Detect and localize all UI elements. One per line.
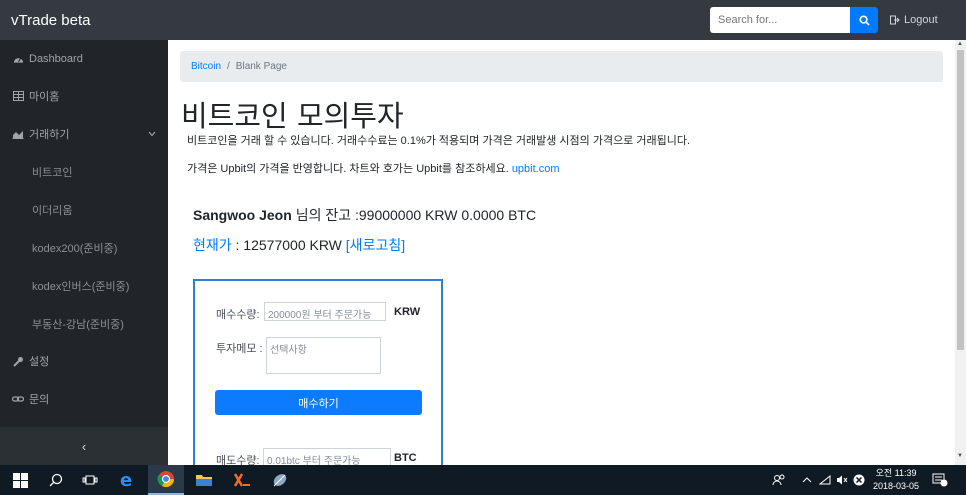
sidebar-subitem-ethereum[interactable]: 이더리움 (0, 191, 168, 229)
sell-unit-label: BTC (394, 452, 417, 464)
breadcrumb-link-bitcoin[interactable]: Bitcoin (191, 61, 221, 72)
people-icon[interactable] (772, 465, 786, 495)
memo-label: 투자메모 : (216, 343, 263, 355)
balance-line: Sangwoo Jeon 님의 잔고 :99000000 KRW 0.0000 … (193, 205, 536, 225)
search-input[interactable] (710, 7, 850, 33)
logout-link[interactable]: Logout (890, 14, 938, 26)
current-price-label: 현재가 (193, 237, 232, 253)
current-price-line: 현재가 : 12577000 KRW [새로고침] (193, 235, 405, 255)
notification-icon[interactable] (932, 465, 948, 495)
table-icon (11, 90, 25, 102)
network-icon[interactable] (819, 465, 831, 495)
scroll-down-icon[interactable]: ▼ (957, 453, 963, 459)
description-fee: 비트코인을 거래 할 수 있습니다. 거래수수료는 0.1%가 적용되며 가격은… (187, 135, 691, 147)
chrome-browser-icon[interactable] (148, 465, 184, 495)
sign-out-icon (890, 15, 900, 25)
sidebar-item-label: 거래하기 (29, 129, 70, 141)
windows-taskbar: e 오전 11:39 2018-03-05 (0, 465, 966, 495)
clock-date: 2018-03-05 (873, 481, 920, 491)
xampp-icon[interactable] (224, 465, 260, 495)
description-price-text: 가격은 Upbit의 가격을 반영합니다. 차트와 호가는 Upbit를 참조하… (187, 163, 509, 175)
search-icon[interactable] (38, 465, 74, 495)
sidebar-subitem-bitcoin[interactable]: 비트코인 (0, 153, 168, 191)
link-icon (11, 393, 25, 405)
app-feather-icon[interactable] (262, 465, 298, 495)
chevron-down-icon (148, 128, 156, 140)
refresh-link[interactable]: [새로고침] (346, 237, 405, 253)
area-chart-icon (11, 128, 25, 140)
buy-quantity-input[interactable]: 200000원 부터 주문가능 (264, 302, 386, 321)
edge-browser-icon[interactable]: e (110, 465, 146, 495)
breadcrumb-active: Blank Page (235, 61, 287, 72)
sidebar-item-contact[interactable]: 문의 (0, 380, 168, 418)
sidebar: Dashboard 마이홈 거래하기 비트코인 이더리움 kodex200(준비… (0, 40, 168, 465)
sidebar-subitem-kodex200[interactable]: kodex200(준비중) (0, 229, 168, 267)
windows-start-icon[interactable] (2, 465, 38, 495)
sidebar-item-trade[interactable]: 거래하기 (0, 115, 168, 153)
logout-label: Logout (904, 14, 938, 26)
search-button[interactable] (850, 7, 878, 33)
current-price-value: : 12577000 KRW (231, 237, 346, 253)
sidebar-item-label: 문의 (29, 394, 50, 406)
sidebar-item-label: 마이홈 (29, 91, 60, 103)
buy-button[interactable]: 매수하기 (215, 390, 422, 415)
sidebar-subitem-realestate[interactable]: 부동산-강남(준비중) (0, 305, 168, 343)
buy-unit-label: KRW (394, 306, 421, 318)
volume-icon[interactable] (836, 465, 848, 495)
file-explorer-icon[interactable] (186, 465, 222, 495)
brand-title[interactable]: vTrade beta (11, 12, 91, 29)
memo-textarea[interactable]: 선택사항 (266, 337, 381, 374)
description-price-source: 가격은 Upbit의 가격을 반영합니다. 차트와 호가는 Upbit를 참조하… (187, 160, 560, 176)
breadcrumb: Bitcoin / Blank Page (180, 51, 943, 82)
clock-time: 오전 11:39 (875, 468, 917, 478)
upbit-link[interactable]: upbit.com (512, 163, 560, 175)
chevron-up-icon[interactable] (802, 465, 812, 495)
sidebar-item-label: Dashboard (29, 53, 83, 65)
balance-text: 님의 잔고 :99000000 KRW 0.0000 BTC (295, 207, 537, 223)
breadcrumb-separator: / (227, 61, 230, 72)
search-icon (858, 14, 870, 26)
system-clock[interactable]: 오전 11:39 2018-03-05 (873, 467, 919, 493)
status-x-icon[interactable] (853, 465, 865, 495)
svg-text:e: e (120, 471, 132, 489)
sidebar-item-settings[interactable]: 설정 (0, 342, 168, 380)
scroll-up-icon[interactable]: ▲ (957, 41, 963, 47)
wrench-icon (11, 355, 25, 367)
user-name: Sangwoo Jeon (193, 207, 292, 223)
chevron-left-icon: ‹ (81, 438, 87, 454)
page-title: 비트코인 모의투자 (181, 99, 404, 133)
scroll-thumb[interactable] (957, 50, 964, 350)
sidebar-item-label: 설정 (29, 356, 50, 368)
tachometer-icon (11, 53, 25, 65)
page-scrollbar[interactable]: ▲ ▼ (955, 40, 966, 465)
task-view-icon[interactable] (72, 465, 108, 495)
sidebar-toggle-button[interactable]: ‹ (0, 427, 168, 465)
sidebar-item-dashboard[interactable]: Dashboard (0, 40, 168, 78)
trade-form: 매수수량: 200000원 부터 주문가능 KRW 투자메모 : 선택사항 매수… (193, 279, 443, 479)
sidebar-item-myhome[interactable]: 마이홈 (0, 77, 168, 115)
top-navbar: vTrade beta Logout (0, 0, 966, 40)
buy-quantity-label: 매수수량: (216, 309, 260, 321)
sidebar-subitem-kodex-inverse[interactable]: kodex인버스(준비중) (0, 267, 168, 305)
